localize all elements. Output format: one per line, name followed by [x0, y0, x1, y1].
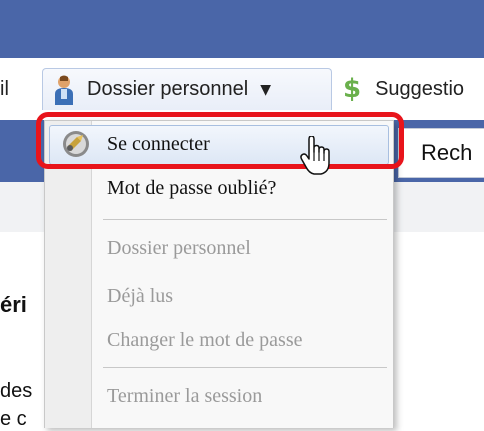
search-button-label: Rech	[421, 140, 473, 165]
nav-item-suggestions[interactable]: $ Suggestio	[343, 68, 464, 110]
nav-item-partial-label: il	[0, 77, 9, 100]
menu-item-mot-de-passe-oublie[interactable]: Mot de passe oublié?	[107, 177, 276, 200]
hand-cursor-icon	[300, 136, 330, 175]
dollar-icon: $	[343, 74, 362, 104]
annotation-highlight-box	[36, 112, 404, 169]
content-text-fragment-1: des	[0, 380, 33, 402]
search-button[interactable]: Rech	[398, 128, 484, 178]
menu-item-dossier-personnel: Dossier personnel	[107, 237, 251, 259]
menu-item-changer-mot-de-passe: Changer le mot de passe	[107, 329, 303, 351]
menu-item-terminer-session: Terminer la session	[107, 385, 263, 407]
caret-down-icon[interactable]: ▼	[260, 82, 271, 98]
menu-separator	[103, 367, 387, 368]
content-heading-fragment: éri	[0, 292, 27, 317]
menu-separator	[103, 219, 387, 220]
nav-item-dossier-personnel[interactable]: Dossier personnel ▼	[42, 68, 332, 110]
nav-item-partial[interactable]: il	[0, 68, 9, 110]
nav-item-dossier-label: Dossier personnel	[87, 78, 249, 100]
person-icon	[55, 75, 73, 105]
menu-item-deja-lus: Déjà lus	[107, 285, 174, 307]
nav-item-suggestions-label: Suggestio	[375, 77, 465, 100]
main-navigation: il Dossier personnel ▼ $ Suggestio	[0, 58, 484, 120]
top-header-bar	[0, 0, 484, 58]
